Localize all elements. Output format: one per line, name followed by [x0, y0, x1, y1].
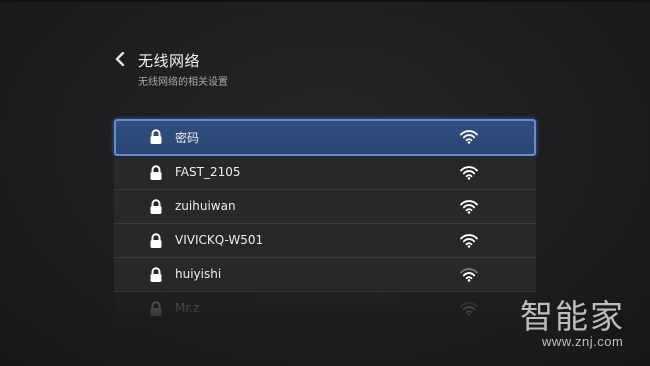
network-row[interactable]: VIVICKQ-W501: [114, 224, 536, 258]
network-ssid: 密码: [175, 131, 200, 145]
network-row[interactable]: Mr.z: [114, 292, 536, 326]
watermark-logo: 智能家: [520, 297, 625, 336]
network-row[interactable]: 密码: [114, 119, 536, 156]
network-row[interactable]: huiyishi: [114, 258, 536, 292]
wifi-signal-icon: [460, 165, 478, 180]
network-ssid: Mr.z: [175, 301, 200, 315]
top-border: [0, 0, 650, 2]
watermark: 智能家 www.znj.com: [520, 290, 645, 360]
tv-settings-screen: 无线网络 无线网络的相关设置 密码 FAST_2105 zuihuiwan VI…: [0, 0, 650, 366]
wifi-signal-icon: [460, 267, 478, 282]
network-list: 密码 FAST_2105 zuihuiwan VIVICKQ-W501 huiy…: [114, 119, 536, 326]
wifi-signal-icon: [460, 233, 478, 248]
lock-icon: [149, 267, 163, 283]
network-row[interactable]: FAST_2105: [114, 156, 536, 190]
page-subtitle: 无线网络的相关设置: [138, 77, 228, 88]
watermark-url: www.znj.com: [542, 334, 624, 349]
wifi-signal-icon: [460, 301, 478, 316]
wifi-signal-icon: [460, 199, 478, 214]
network-row[interactable]: zuihuiwan: [114, 190, 536, 224]
lock-icon: [149, 233, 163, 249]
network-ssid: FAST_2105: [175, 165, 241, 179]
page-title: 无线网络: [138, 52, 201, 70]
network-ssid: huiyishi: [175, 267, 222, 281]
chevron-left-icon: [115, 51, 125, 70]
lock-icon: [149, 301, 163, 317]
network-ssid: VIVICKQ-W501: [175, 233, 264, 247]
network-ssid: zuihuiwan: [175, 199, 236, 213]
wifi-signal-icon: [460, 129, 478, 144]
back-button[interactable]: [112, 51, 128, 70]
lock-icon: [149, 129, 163, 145]
lock-icon: [149, 199, 163, 215]
lock-icon: [149, 165, 163, 181]
